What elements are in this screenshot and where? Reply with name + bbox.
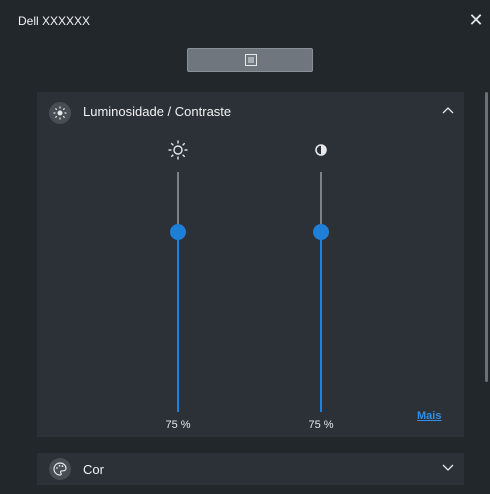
color-title: Cor xyxy=(83,462,104,477)
contrast-track-fill xyxy=(320,232,322,412)
chevron-down-icon[interactable] xyxy=(442,464,454,472)
close-icon: ✕ xyxy=(468,10,484,30)
brightness-contrast-title: Luminosidade / Contraste xyxy=(83,104,232,119)
sun-icon xyxy=(168,140,188,160)
brightness-contrast-header[interactable]: Luminosidade / Contraste xyxy=(37,92,464,132)
app-title: Dell XXXXXX xyxy=(18,14,91,28)
brightness-thumb[interactable] xyxy=(170,224,186,240)
brightness-contrast-panel: Luminosidade / Contraste 75 % 75 % Mais xyxy=(37,92,464,437)
list-view-icon xyxy=(245,54,257,66)
contrast-thumb[interactable] xyxy=(313,224,329,240)
contrast-track xyxy=(320,172,322,232)
brightness-track xyxy=(177,172,179,232)
chevron-up-icon[interactable] xyxy=(442,106,454,114)
more-link[interactable]: Mais xyxy=(417,410,441,422)
scrollbar[interactable] xyxy=(485,92,488,382)
contrast-icon xyxy=(315,144,327,156)
brightness-slider[interactable]: 75 % xyxy=(158,140,198,431)
contrast-value: 75 % xyxy=(308,419,334,431)
close-button[interactable]: ✕ xyxy=(466,10,486,30)
view-toggle-button[interactable] xyxy=(187,48,313,72)
color-panel-header[interactable]: Cor xyxy=(37,453,464,485)
palette-section-icon xyxy=(49,458,71,480)
brightness-value: 75 % xyxy=(165,419,191,431)
brightness-track-fill xyxy=(177,232,179,412)
contrast-slider[interactable]: 75 % xyxy=(301,140,341,431)
brightness-section-icon xyxy=(49,102,71,124)
title-bar: Dell XXXXXX ✕ xyxy=(0,0,490,40)
